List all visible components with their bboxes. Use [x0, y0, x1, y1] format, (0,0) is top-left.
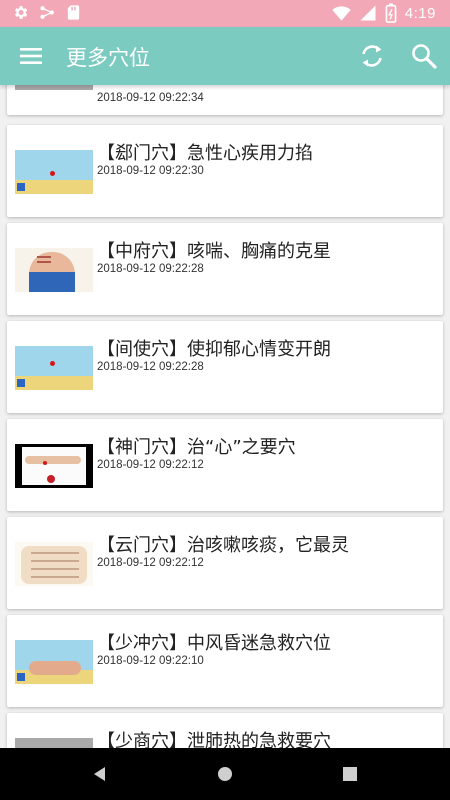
recents-button[interactable] [340, 764, 360, 784]
article-thumbnail [15, 444, 93, 488]
article-thumbnail [15, 640, 93, 684]
sd-card-icon [67, 5, 80, 20]
list-item[interactable]: 2018-09-12 09:22:34 [7, 85, 443, 115]
article-date: 2018-09-12 09:22:12 [97, 459, 204, 471]
list-item[interactable]: 【少冲穴】中风昏迷急救穴位 2018-09-12 09:22:10 [7, 615, 443, 707]
refresh-icon [362, 45, 382, 67]
article-date: 2018-09-12 09:22:10 [97, 655, 204, 667]
list-item[interactable]: 【中府穴】咳喘、胸痛的克星 2018-09-12 09:22:28 [7, 223, 443, 315]
home-button[interactable] [215, 764, 235, 784]
article-thumbnail [15, 85, 93, 90]
article-title: 【云门穴】治咳嗽咳痰，它最灵 [97, 535, 349, 556]
article-title: 【少冲穴】中风昏迷急救穴位 [97, 633, 331, 654]
menu-button[interactable] [18, 44, 44, 68]
status-bar: 4:19 [0, 0, 450, 27]
search-button[interactable] [410, 42, 438, 70]
article-title: 【间使穴】使抑郁心情变开朗 [97, 339, 331, 360]
refresh-button[interactable] [358, 42, 386, 70]
home-icon [218, 767, 232, 781]
article-thumbnail [15, 738, 93, 748]
article-title: 【中府穴】咳喘、胸痛的克星 [97, 241, 331, 262]
navigation-bar [0, 748, 450, 800]
article-date: 2018-09-12 09:22:28 [97, 361, 204, 373]
list-item[interactable]: 【郄门穴】急性心疾用力掐 2018-09-12 09:22:30 [7, 125, 443, 217]
article-title: 【神门穴】治“心”之要穴 [97, 437, 296, 458]
article-list[interactable]: 2018-09-12 09:22:34 【郄门穴】急性心疾用力掐 2018-09… [0, 85, 450, 748]
status-right-icons: 4:19 [332, 3, 436, 23]
article-date: 2018-09-12 09:22:28 [97, 263, 204, 275]
search-icon [412, 44, 437, 69]
status-left-icons [12, 4, 81, 21]
list-item[interactable]: 【神门穴】治“心”之要穴 2018-09-12 09:22:12 [7, 419, 443, 511]
article-date: 2018-09-12 09:22:30 [97, 165, 204, 177]
app-bar: 更多穴位 [0, 27, 450, 85]
article-thumbnail [15, 150, 93, 194]
menu-icon [20, 48, 42, 64]
list-item[interactable]: 【少商穴】泄肺热的急救要穴 [7, 713, 443, 748]
article-thumbnail [15, 248, 93, 292]
article-thumbnail [15, 542, 93, 586]
list-item[interactable]: 【间使穴】使抑郁心情变开朗 2018-09-12 09:22:28 [7, 321, 443, 413]
recents-icon [343, 767, 357, 781]
status-time: 4:19 [404, 4, 436, 22]
network-icon [40, 6, 54, 19]
battery-icon [385, 3, 397, 23]
wifi-icon [332, 5, 351, 21]
list-item[interactable]: 【云门穴】治咳嗽咳痰，它最灵 2018-09-12 09:22:12 [7, 517, 443, 609]
gear-icon [15, 6, 28, 19]
page-title: 更多穴位 [66, 46, 150, 70]
back-icon [94, 767, 105, 781]
article-thumbnail [15, 346, 93, 390]
article-date: 2018-09-12 09:22:12 [97, 557, 204, 569]
article-title: 【郄门穴】急性心疾用力掐 [97, 143, 313, 164]
article-title: 【少商穴】泄肺热的急救要穴 [97, 731, 331, 748]
signal-icon [360, 5, 376, 21]
back-button[interactable] [90, 764, 110, 784]
article-date: 2018-09-12 09:22:34 [97, 92, 204, 104]
